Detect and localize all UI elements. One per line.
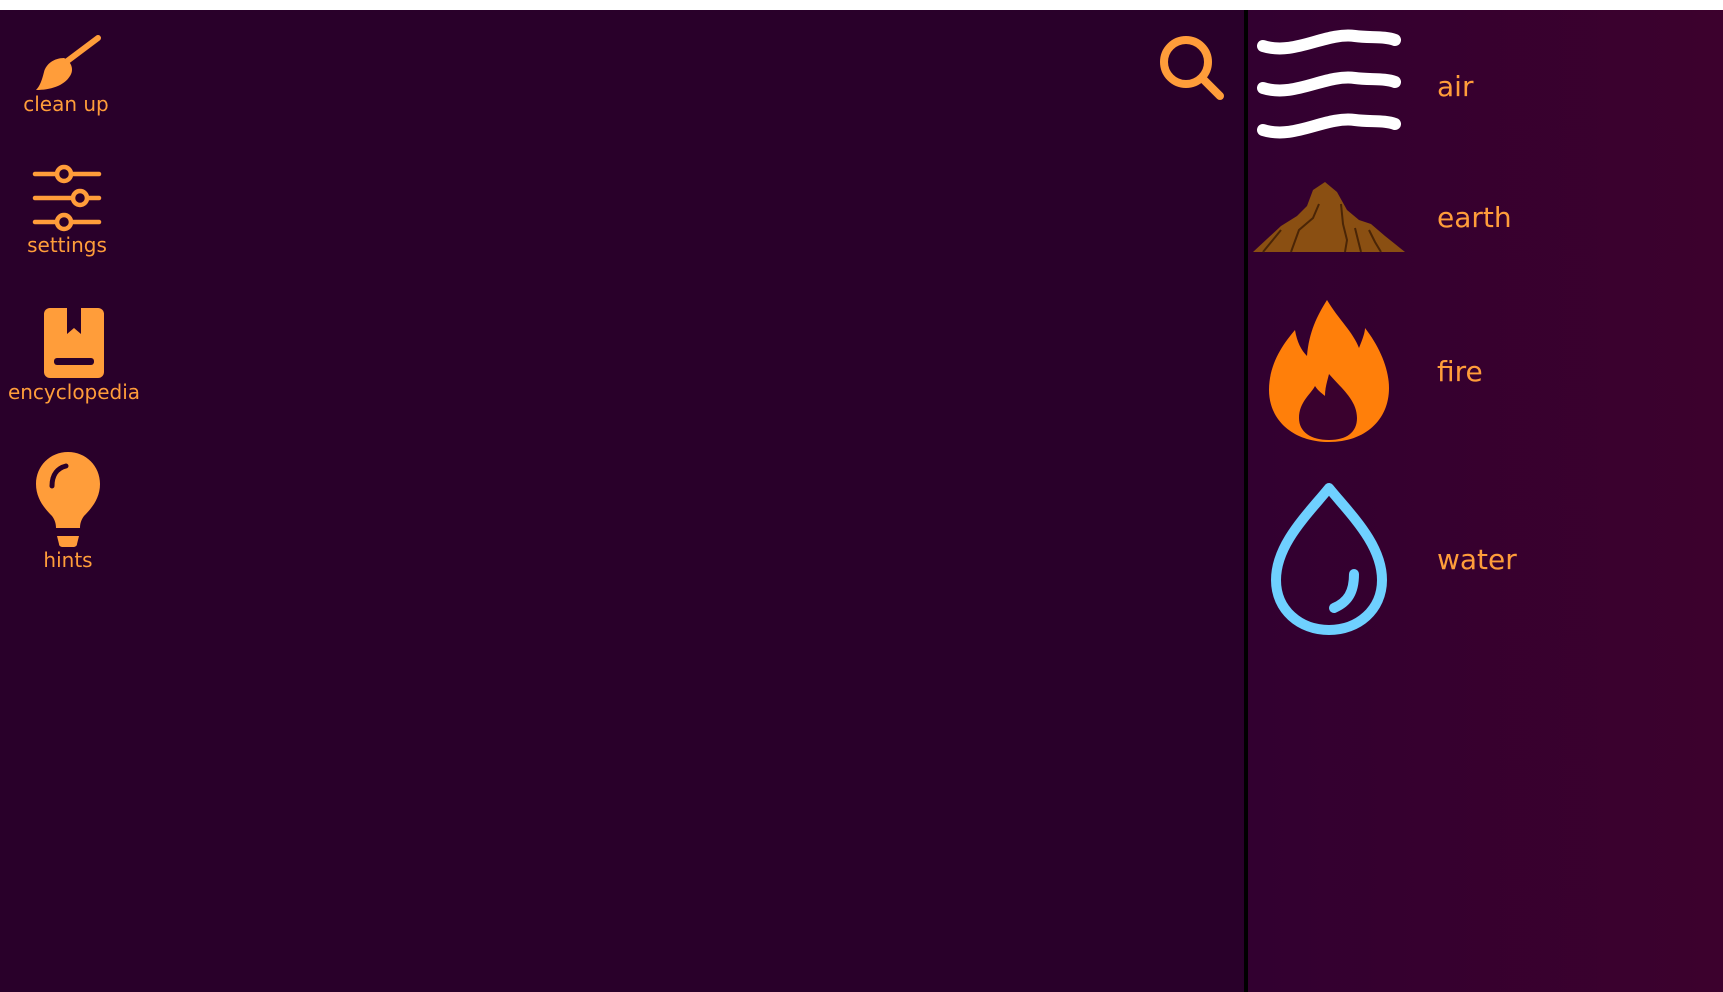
book-icon xyxy=(44,308,104,378)
encyclopedia-label: encyclopedia xyxy=(7,380,141,404)
element-earth[interactable]: earth xyxy=(1248,178,1723,256)
flame-icon xyxy=(1269,300,1389,442)
mountain-icon xyxy=(1253,182,1405,253)
app-window: clean up settings encyclopedia hints air… xyxy=(0,10,1723,992)
lightbulb-icon xyxy=(36,452,100,547)
search-icon xyxy=(1160,36,1224,100)
element-name: water xyxy=(1437,542,1517,576)
element-name: earth xyxy=(1437,200,1512,234)
settings-button[interactable]: settings xyxy=(22,163,112,257)
element-name: fire xyxy=(1437,354,1483,388)
settings-label: settings xyxy=(27,233,107,257)
broom-icon xyxy=(36,35,101,90)
sliders-icon xyxy=(32,164,102,232)
hints-label: hints xyxy=(43,548,93,572)
clean-up-label: clean up xyxy=(23,92,109,116)
element-fire[interactable]: fire xyxy=(1248,298,1723,444)
element-air[interactable]: air xyxy=(1248,24,1723,148)
element-palette: air earth fire water xyxy=(1248,10,1723,992)
clean-up-button[interactable]: clean up xyxy=(22,30,110,116)
encyclopedia-button[interactable]: encyclopedia xyxy=(8,306,140,404)
air-icon xyxy=(1257,29,1401,139)
water-drop-icon xyxy=(1271,483,1387,635)
hints-button[interactable]: hints xyxy=(22,450,114,572)
element-name: air xyxy=(1437,69,1474,103)
workspace-canvas[interactable]: clean up settings encyclopedia hints xyxy=(0,10,1244,992)
element-water[interactable]: water xyxy=(1248,482,1723,636)
search-button[interactable] xyxy=(1158,34,1226,102)
